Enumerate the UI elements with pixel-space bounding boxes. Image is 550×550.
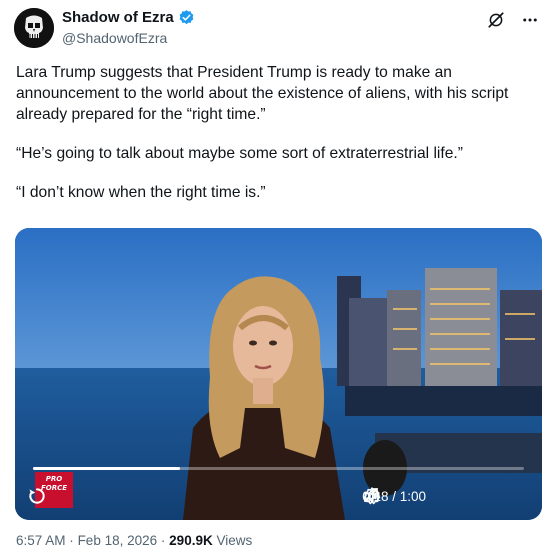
volume-icon[interactable]	[364, 486, 460, 506]
video-player[interactable]: PRO FORCE 0:18 / 1:00	[15, 228, 542, 520]
video-controls: 0:18 / 1:00	[362, 486, 528, 506]
tweet-top-actions	[486, 10, 540, 30]
meta-separator: ·	[69, 533, 74, 548]
tweet-meta: 6:57 AM · Feb 18, 2026 · 290.9K Views	[16, 533, 252, 548]
video-progress-fill	[33, 467, 181, 470]
views-count: 290.9K	[169, 533, 213, 548]
grok-icon[interactable]	[486, 10, 506, 30]
replay-icon[interactable]	[27, 486, 47, 506]
verified-badge-icon	[178, 9, 195, 26]
video-frame	[15, 228, 542, 520]
more-options-icon[interactable]	[520, 10, 540, 30]
settings-gear-icon[interactable]	[363, 486, 494, 506]
meta-separator: ·	[160, 533, 166, 548]
tweet-date[interactable]: Feb 18, 2026	[78, 533, 158, 548]
author-display-name[interactable]: Shadow of Ezra	[62, 9, 174, 26]
views-label: Views	[216, 533, 253, 548]
author-name-row: Shadow of Ezra	[62, 9, 195, 26]
punisher-skull-icon	[14, 8, 54, 48]
tweet-paragraph: “He’s going to talk about maybe some sor…	[16, 145, 463, 162]
tweet-time[interactable]: 6:57 AM	[16, 533, 66, 548]
tweet-paragraph: Lara Trump suggests that President Trump…	[16, 64, 509, 123]
video-progress-bar[interactable]	[33, 467, 524, 470]
avatar[interactable]	[14, 8, 54, 48]
tweet-paragraph: “I don’t know when the right time is.”	[16, 184, 266, 201]
fullscreen-icon[interactable]	[364, 486, 528, 506]
author-handle[interactable]: @ShadowofEzra	[62, 30, 167, 46]
tweet-text: Lara Trump suggests that President Trump…	[16, 62, 541, 221]
